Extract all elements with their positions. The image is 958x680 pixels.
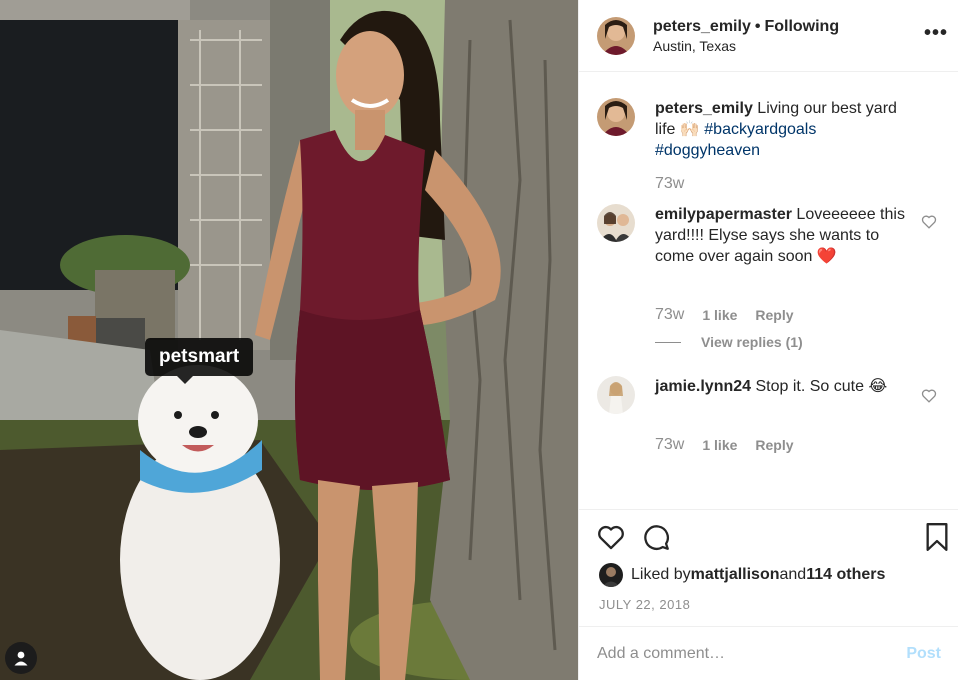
post-photo[interactable]: petsmart — [0, 0, 578, 680]
post-location[interactable]: Austin, Texas — [653, 38, 839, 54]
hashtag-link[interactable]: #backyardgoals — [704, 121, 816, 138]
separator-dot: • — [754, 17, 761, 35]
comment-text: Stop it. So cute 😂 — [751, 378, 888, 395]
comment-meta: 73w 1 like Reply — [655, 306, 812, 324]
comment-time[interactable]: 73w — [655, 306, 684, 324]
reply-button[interactable]: Reply — [755, 307, 793, 323]
user-icon — [14, 651, 28, 666]
caption-avatar[interactable] — [597, 98, 635, 136]
product-tag[interactable]: petsmart — [145, 338, 254, 384]
comment-likes[interactable]: 1 like — [702, 307, 737, 323]
comment-like-heart-icon[interactable] — [921, 214, 937, 229]
reply-button[interactable]: Reply — [755, 437, 793, 453]
add-comment-input[interactable] — [597, 644, 907, 663]
view-replies-label: View replies (1) — [701, 334, 803, 350]
comment-bubble-icon[interactable] — [643, 524, 670, 551]
comment-username[interactable]: emilypapermaster — [655, 206, 792, 223]
view-replies-button[interactable]: View replies (1) — [655, 334, 803, 350]
commenter-avatar[interactable] — [597, 376, 635, 414]
caption-time[interactable]: 73w — [655, 175, 684, 193]
liked-by-prefix: Liked by — [631, 566, 691, 583]
author-avatar[interactable] — [597, 16, 635, 55]
liked-by-middle: and — [779, 566, 807, 583]
liked-by-user[interactable]: mattjallison — [691, 566, 780, 584]
comment-likes[interactable]: 1 like — [702, 437, 737, 453]
author-username[interactable]: peters_emily — [653, 18, 751, 35]
comments-list[interactable]: peters_emily Living our best yard life 🙌… — [579, 72, 958, 509]
post-side-panel: peters_emily • Following Austin, Texas •••… — [578, 0, 958, 680]
post-actions: Liked by mattjallison and 114 others JUL… — [579, 509, 958, 626]
caption-username[interactable]: peters_emily — [655, 100, 753, 117]
tagged-people-button[interactable] — [5, 642, 37, 674]
liked-by: Liked by mattjallison and 114 others — [599, 563, 885, 587]
like-heart-icon[interactable] — [597, 524, 625, 550]
liker-avatar[interactable] — [599, 563, 623, 587]
liked-by-others[interactable]: 114 others — [806, 566, 885, 584]
bookmark-icon[interactable] — [925, 523, 949, 551]
caption-meta: 73w — [655, 175, 702, 193]
add-comment-bar: Post — [579, 626, 958, 680]
following-button[interactable]: Following — [764, 18, 839, 35]
comment-meta: 73w 1 like Reply — [655, 436, 812, 454]
comment-like-heart-icon[interactable] — [921, 388, 937, 403]
photo-scene — [0, 0, 578, 680]
more-horizontal-icon[interactable]: ••• — [924, 22, 948, 45]
replies-divider-line — [655, 341, 681, 343]
post-header: peters_emily • Following Austin, Texas ••• — [579, 0, 958, 72]
commenter-avatar[interactable] — [597, 204, 635, 242]
instagram-post: petsmart peters_emily • Following Austin, … — [0, 0, 958, 680]
post-date[interactable]: JULY 22, 2018 — [599, 597, 690, 612]
post-comment-button[interactable]: Post — [906, 645, 941, 663]
comment-username[interactable]: jamie.lynn24 — [655, 378, 751, 395]
comment-time[interactable]: 73w — [655, 436, 684, 454]
hashtag-link[interactable]: #doggyheaven — [655, 142, 760, 159]
